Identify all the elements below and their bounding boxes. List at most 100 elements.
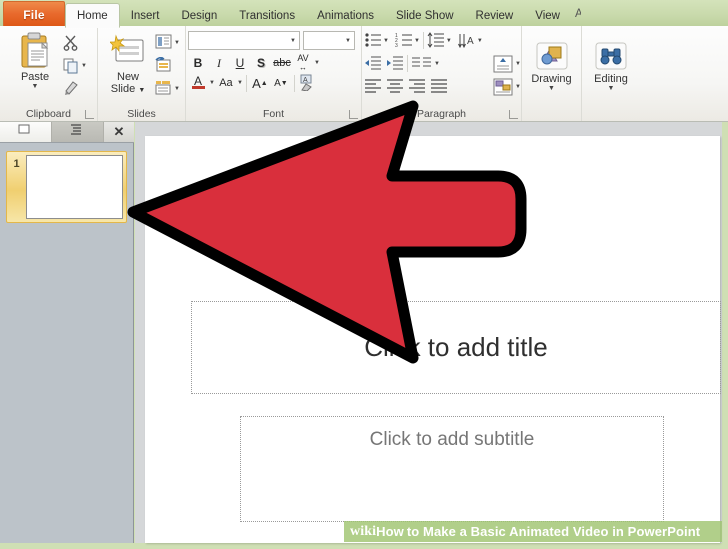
text-direction-icon[interactable]: A xyxy=(457,32,476,50)
new-slide-button[interactable]: New Slide ▼ xyxy=(102,29,154,97)
strikethrough-button[interactable]: abc xyxy=(272,53,292,73)
scissors-icon xyxy=(62,34,80,52)
bullet-list-icon[interactable] xyxy=(364,32,382,50)
editing-caret-icon[interactable]: ▼ xyxy=(608,85,615,93)
font-color-caret-icon[interactable]: ▼ xyxy=(209,80,215,86)
bullets-caret-icon[interactable]: ▼ xyxy=(383,38,389,44)
tab-home-label: Home xyxy=(77,9,108,22)
drawing-caret-icon[interactable]: ▼ xyxy=(548,85,555,93)
section-button[interactable]: ▼ xyxy=(154,78,181,99)
editing-button[interactable]: Editing ▼ xyxy=(585,37,637,93)
ribbon-group-clipboard: Paste ▼ ▼ Clipboard xyxy=(0,26,98,121)
subtitle-placeholder[interactable]: Click to add subtitle xyxy=(240,416,664,522)
section-caret-icon[interactable]: ▼ xyxy=(174,86,180,92)
line-spacing-icon[interactable] xyxy=(427,31,445,50)
font-size-combo[interactable]: ▼ xyxy=(303,31,355,50)
tab-transitions[interactable]: Transitions xyxy=(228,4,306,27)
tab-overflow[interactable]: A xyxy=(571,8,581,20)
clipboard-dialog-launcher[interactable] xyxy=(85,110,94,119)
underline-button[interactable]: U xyxy=(230,53,250,73)
shrink-font-button[interactable]: A ▼ xyxy=(271,73,291,93)
smartart-icon[interactable] xyxy=(492,76,514,98)
character-spacing-button[interactable]: AV ↔ xyxy=(293,53,313,73)
close-panel-button[interactable]: ✕ xyxy=(104,122,134,142)
tab-insert[interactable]: Insert xyxy=(120,4,171,27)
line-spacing-caret-icon[interactable]: ▼ xyxy=(446,38,452,44)
smartart-caret-icon[interactable]: ▼ xyxy=(515,84,521,90)
tab-review[interactable]: Review xyxy=(465,4,525,27)
columns-icon[interactable] xyxy=(411,55,433,73)
align-text-caret-icon[interactable]: ▼ xyxy=(515,61,521,67)
font-color-letter: A xyxy=(193,74,202,88)
copy-button[interactable]: ▼ xyxy=(61,55,88,76)
ribbon-group-font: ▼ ▼ B I U S abc AV ↔ ▼ A ▼ Aa ▼ A ▲ A ▼ … xyxy=(186,26,362,121)
font-dialog-launcher[interactable] xyxy=(349,110,358,119)
tab-slide-show-label: Slide Show xyxy=(395,9,454,22)
font-color-swatch xyxy=(191,86,205,89)
slide-editing-area: Click to add title Click to add subtitle xyxy=(135,122,722,543)
tab-design[interactable]: Design xyxy=(170,4,228,27)
title-placeholder[interactable]: Click to add title xyxy=(191,301,721,394)
numbered-list-icon[interactable]: 123 xyxy=(395,32,413,50)
ribbon: Paste ▼ ▼ Clipboard New Slide ▼ ▼ ▼ Slid… xyxy=(0,26,728,122)
character-spacing-caret-icon[interactable]: ▼ xyxy=(314,60,320,66)
font-name-caret-icon[interactable]: ▼ xyxy=(290,38,296,44)
grow-font-letter: A xyxy=(252,75,261,91)
align-center-icon[interactable] xyxy=(386,78,404,96)
editing-label: Editing xyxy=(594,73,628,85)
font-size-caret-icon[interactable]: ▼ xyxy=(345,38,351,44)
align-left-icon[interactable] xyxy=(364,78,382,96)
shrink-font-arrow-icon: ▼ xyxy=(280,79,288,87)
increase-indent-icon[interactable] xyxy=(386,55,404,73)
slide-thumbnail-preview xyxy=(26,155,123,219)
text-shadow-button[interactable]: S xyxy=(251,53,271,73)
ribbon-group-drawing: Drawing ▼ xyxy=(522,26,582,121)
change-case-button[interactable]: Aa xyxy=(216,73,236,93)
slide-panel-tab-slides[interactable] xyxy=(0,122,52,142)
slide-thumbnail-number: 1 xyxy=(13,158,20,170)
font-group-label: Font xyxy=(262,108,284,120)
layout-button[interactable]: ▼ xyxy=(154,32,181,53)
clear-formatting-button[interactable]: A xyxy=(298,73,318,93)
copy-caret-icon[interactable]: ▼ xyxy=(81,63,87,69)
tab-file[interactable]: File xyxy=(3,1,65,27)
tab-home[interactable]: Home xyxy=(65,3,120,28)
tab-slide-show[interactable]: Slide Show xyxy=(385,4,465,27)
decrease-indent-icon[interactable] xyxy=(364,55,382,73)
ribbon-group-paragraph: ▼ 123 ▼ ▼ A ▼ ▼ ▼ ▼ Paragraph xyxy=(362,26,522,121)
format-painter-button[interactable] xyxy=(61,78,88,99)
paragraph-dialog-launcher[interactable] xyxy=(509,110,518,119)
paste-caret-icon[interactable]: ▼ xyxy=(32,83,39,91)
italic-button[interactable]: I xyxy=(209,53,229,73)
tab-animations[interactable]: Animations xyxy=(306,4,385,27)
ribbon-tab-bar: File Home Insert Design Transitions Anim… xyxy=(0,0,728,28)
columns-caret-icon[interactable]: ▼ xyxy=(434,61,440,67)
grow-font-button[interactable]: A ▲ xyxy=(250,73,270,93)
tab-file-label: File xyxy=(23,7,45,22)
paste-label: Paste xyxy=(20,71,50,83)
layout-caret-icon[interactable]: ▼ xyxy=(174,40,180,46)
tab-animations-label: Animations xyxy=(317,9,374,22)
ribbon-group-slides: New Slide ▼ ▼ ▼ Slides xyxy=(98,26,186,121)
tab-view[interactable]: View xyxy=(524,4,571,27)
font-color-button[interactable]: A xyxy=(188,73,208,93)
paste-button[interactable]: Paste ▼ xyxy=(9,29,61,91)
section-icon xyxy=(155,80,173,98)
slide-panel-tab-outline[interactable] xyxy=(52,122,104,142)
justify-icon[interactable] xyxy=(430,78,448,96)
change-case-caret-icon[interactable]: ▼ xyxy=(237,80,243,86)
drawing-button[interactable]: Drawing ▼ xyxy=(526,37,578,93)
slide-panel-tabs: ✕ xyxy=(0,122,134,143)
cut-button[interactable] xyxy=(61,32,88,53)
font-name-combo[interactable]: ▼ xyxy=(188,31,300,50)
slide-canvas[interactable]: Click to add title Click to add subtitle xyxy=(145,136,721,543)
bold-button[interactable]: B xyxy=(188,53,208,73)
align-right-icon[interactable] xyxy=(408,78,426,96)
slide-thumbnail-1[interactable]: 1 xyxy=(6,151,127,223)
paragraph-group-label: Paragraph xyxy=(416,108,467,120)
text-direction-caret-icon[interactable]: ▼ xyxy=(477,38,483,44)
numbering-caret-icon[interactable]: ▼ xyxy=(414,38,420,44)
font-separator xyxy=(245,74,247,92)
reset-button[interactable] xyxy=(154,55,181,76)
align-text-icon[interactable] xyxy=(492,53,514,75)
